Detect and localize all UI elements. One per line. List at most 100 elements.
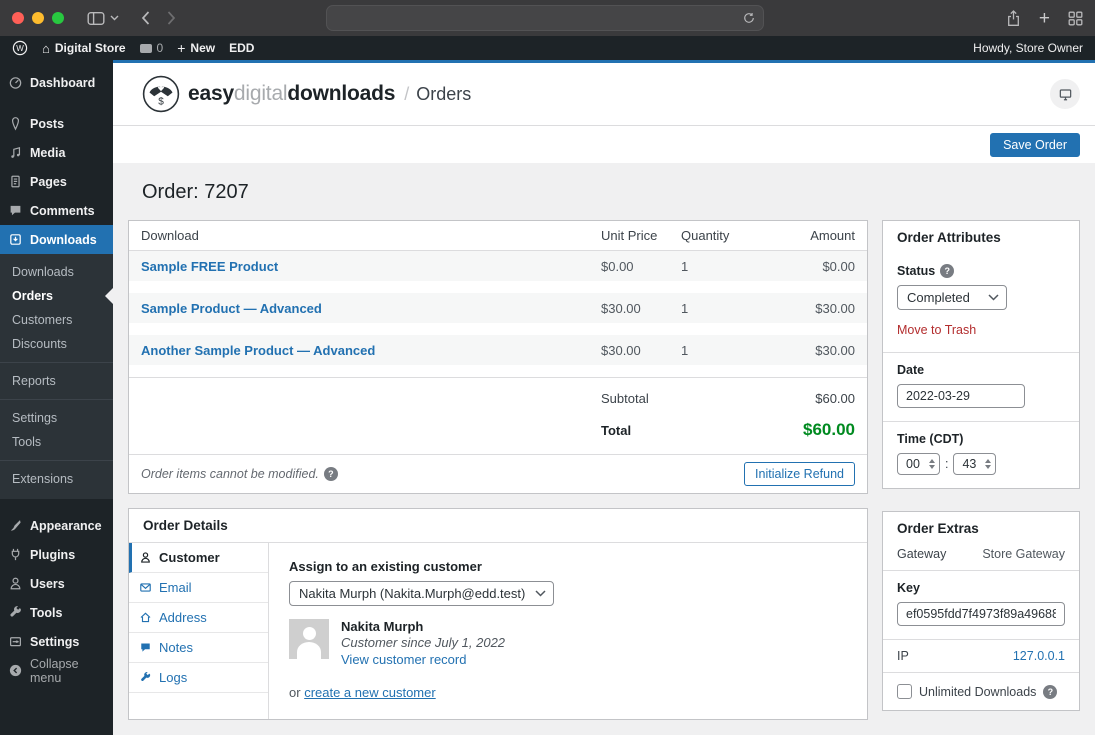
order-content: Order: 7207 Download Unit Price Quantity… xyxy=(113,163,1095,735)
site-menu[interactable]: ⌂ Digital Store xyxy=(42,41,126,55)
submenu-item-reports[interactable]: Reports xyxy=(0,369,113,393)
sidebar-item-users[interactable]: Users xyxy=(0,569,113,598)
app-window: + W ⌂ Digital Store 0 + New EDD Howdy, S… xyxy=(0,0,1095,735)
customer-select[interactable]: Nakita Murph (Nakita.Murph@edd.test) xyxy=(289,581,554,606)
sidebar-item-settings[interactable]: Settings xyxy=(0,627,113,656)
browser-actions: + xyxy=(1006,0,1083,36)
help-screen-button[interactable] xyxy=(1050,79,1080,109)
unlimited-downloads-row: Unlimited Downloads ? xyxy=(883,673,1079,710)
quantity: 1 xyxy=(681,259,759,274)
sidebar-item-posts[interactable]: Posts xyxy=(0,109,113,138)
submenu-item-downloads[interactable]: Downloads xyxy=(0,260,113,284)
settings-icon xyxy=(8,634,23,649)
payment-key-input[interactable] xyxy=(897,602,1065,626)
help-icon[interactable]: ? xyxy=(940,264,954,278)
admin-sidebar: Dashboard Posts Media Pages Comments Dow… xyxy=(0,60,113,735)
downloads-icon xyxy=(8,232,23,247)
download-link[interactable]: Sample Product — Advanced xyxy=(141,301,601,316)
back-icon[interactable] xyxy=(140,10,151,26)
ip-address-link[interactable]: 127.0.0.1 xyxy=(1013,649,1065,663)
hour-stepper[interactable] xyxy=(897,453,940,475)
posts-icon xyxy=(8,116,23,131)
amount: $30.00 xyxy=(759,301,855,316)
submenu-item-orders[interactable]: Orders xyxy=(0,284,113,308)
table-row: Another Sample Product — Advanced $30.00… xyxy=(129,335,867,365)
edd-admin-menu[interactable]: EDD xyxy=(229,41,254,55)
initialize-refund-button[interactable]: Initialize Refund xyxy=(744,462,855,486)
submenu-item-customers[interactable]: Customers xyxy=(0,308,113,332)
status-select[interactable]: Completed xyxy=(897,285,1007,310)
tab-overview-icon[interactable] xyxy=(1068,11,1083,26)
quantity: 1 xyxy=(681,301,759,316)
customer-icon xyxy=(139,551,152,564)
ip-label: IP xyxy=(897,649,909,663)
tab-notes[interactable]: Notes xyxy=(129,633,268,663)
sidebar-item-comments[interactable]: Comments xyxy=(0,196,113,225)
minute-input[interactable] xyxy=(962,457,982,471)
forward-icon[interactable] xyxy=(166,10,177,26)
stepper-arrows-icon[interactable] xyxy=(985,459,991,469)
save-order-button[interactable]: Save Order xyxy=(990,133,1080,157)
col-unit-price: Unit Price xyxy=(601,228,681,243)
collapse-menu-icon xyxy=(8,663,23,678)
tools-icon xyxy=(8,605,23,620)
sidebar-item-plugins[interactable]: Plugins xyxy=(0,540,113,569)
tab-logs[interactable]: Logs xyxy=(129,663,268,693)
table-row: Sample FREE Product $0.00 1 $0.00 xyxy=(129,251,867,281)
traffic-lights xyxy=(12,12,64,24)
toolbar-chevron-down-icon[interactable] xyxy=(110,15,119,21)
share-icon[interactable] xyxy=(1006,10,1021,27)
download-link[interactable]: Another Sample Product — Advanced xyxy=(141,343,601,358)
sidebar-item-pages[interactable]: Pages xyxy=(0,167,113,196)
appearance-icon xyxy=(8,518,23,533)
sidebar-item-tools[interactable]: Tools xyxy=(0,598,113,627)
svg-text:W: W xyxy=(16,44,24,53)
date-input[interactable] xyxy=(897,384,1025,408)
submenu-item-settings[interactable]: Settings xyxy=(0,406,113,430)
new-tab-icon[interactable]: + xyxy=(1039,9,1050,28)
view-customer-record-link[interactable]: View customer record xyxy=(341,652,466,667)
order-items-footer: Order items cannot be modified. ? Initia… xyxy=(129,454,867,493)
fullscreen-button[interactable] xyxy=(52,12,64,24)
tab-email[interactable]: Email xyxy=(129,573,268,603)
sidebar-item-downloads[interactable]: Downloads xyxy=(0,225,113,254)
sidebar-item-collapse[interactable]: Collapse menu xyxy=(0,656,113,685)
close-button[interactable] xyxy=(12,12,24,24)
tab-customer[interactable]: Customer xyxy=(129,543,268,573)
sidebar-toggle-icon[interactable] xyxy=(87,11,105,26)
col-amount: Amount xyxy=(759,228,855,243)
chevron-down-icon xyxy=(535,590,546,597)
order-extras-title: Order Extras xyxy=(883,512,1079,538)
sidebar-item-appearance[interactable]: Appearance xyxy=(0,511,113,540)
address-bar[interactable] xyxy=(326,5,764,31)
download-link[interactable]: Sample FREE Product xyxy=(141,259,601,274)
users-icon xyxy=(8,576,23,591)
unlimited-downloads-checkbox[interactable] xyxy=(897,684,912,699)
email-icon xyxy=(139,581,152,594)
customer-since: Customer since July 1, 2022 xyxy=(341,635,505,650)
minute-stepper[interactable] xyxy=(953,453,996,475)
new-label: New xyxy=(190,41,215,55)
comments-menu[interactable]: 0 xyxy=(140,41,164,55)
submenu-item-extensions[interactable]: Extensions xyxy=(0,467,113,491)
wordpress-logo-icon[interactable]: W xyxy=(12,40,28,56)
howdy-menu[interactable]: Howdy, Store Owner xyxy=(973,41,1083,55)
help-icon[interactable]: ? xyxy=(324,467,338,481)
create-new-customer-link[interactable]: create a new customer xyxy=(304,685,436,700)
submenu-item-discounts[interactable]: Discounts xyxy=(0,332,113,356)
sidebar-item-dashboard[interactable]: Dashboard xyxy=(0,68,113,97)
subtotal-label: Subtotal xyxy=(601,391,681,406)
order-items-header: Download Unit Price Quantity Amount xyxy=(129,221,867,251)
stepper-arrows-icon[interactable] xyxy=(929,459,935,469)
tab-address[interactable]: Address xyxy=(129,603,268,633)
hour-input[interactable] xyxy=(906,457,926,471)
new-content-menu[interactable]: + New xyxy=(177,40,215,56)
move-to-trash-link[interactable]: Move to Trash xyxy=(897,323,976,337)
minimize-button[interactable] xyxy=(32,12,44,24)
sidebar-item-media[interactable]: Media xyxy=(0,138,113,167)
help-icon[interactable]: ? xyxy=(1043,685,1057,699)
reload-icon[interactable] xyxy=(743,12,755,24)
submenu-item-tools[interactable]: Tools xyxy=(0,430,113,454)
dashboard-icon xyxy=(8,75,23,90)
site-name: Digital Store xyxy=(55,41,126,55)
